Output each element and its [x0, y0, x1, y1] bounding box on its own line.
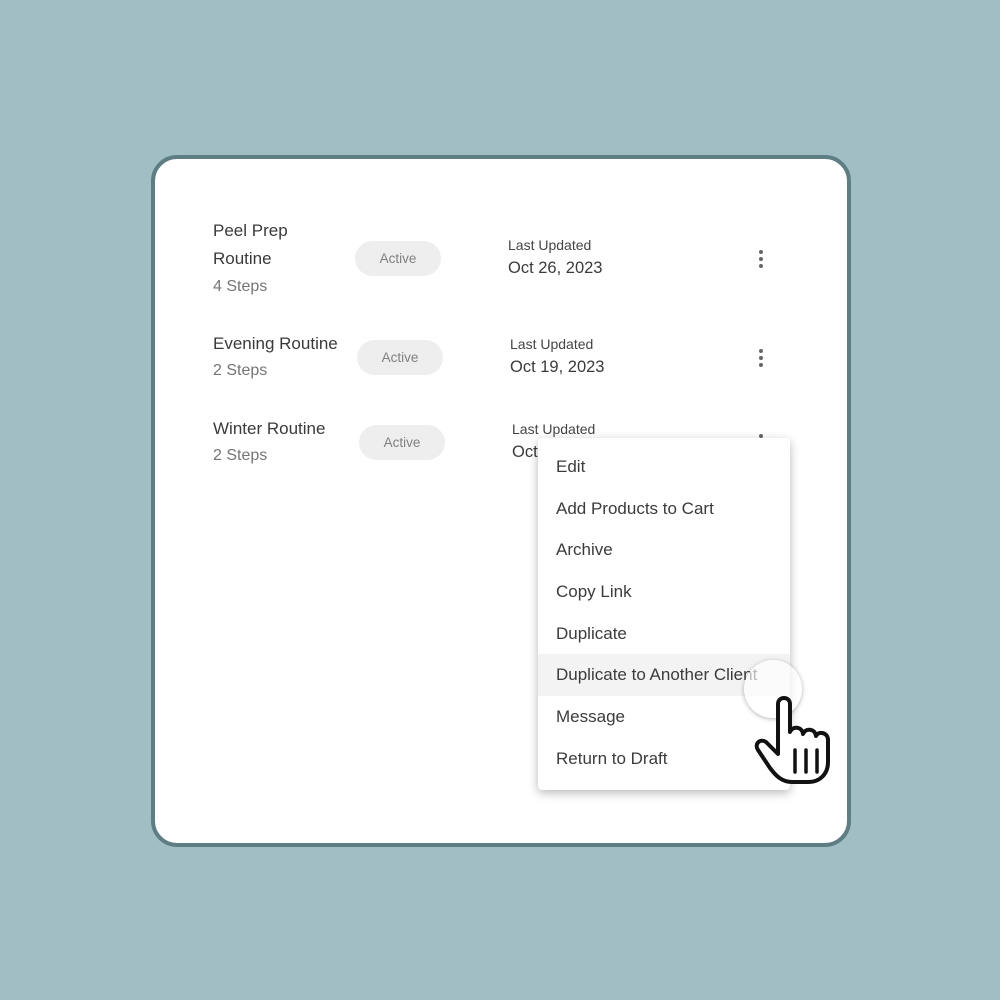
- hand-pointer-cursor-icon: [754, 696, 830, 784]
- routine-name-line1: Peel Prep: [213, 221, 288, 240]
- routine-row[interactable]: Peel Prep Routine 4 Steps Active Last Up…: [155, 217, 847, 307]
- routine-row[interactable]: Evening Routine 2 Steps Active Last Upda…: [155, 330, 847, 420]
- routine-steps: 2 Steps: [213, 447, 268, 464]
- routine-steps: 2 Steps: [213, 362, 268, 379]
- last-updated-date: Oct: [512, 443, 538, 461]
- menu-item-edit[interactable]: Edit: [538, 446, 790, 488]
- status-badge: Active: [359, 425, 445, 460]
- kebab-menu-icon[interactable]: [753, 346, 769, 372]
- last-updated-date: Oct 19, 2023: [510, 358, 605, 376]
- routine-name: Peel Prep Routine: [213, 217, 288, 273]
- menu-item-duplicate[interactable]: Duplicate: [538, 613, 790, 655]
- routine-steps: 4 Steps: [213, 278, 268, 295]
- status-badge: Active: [357, 340, 443, 375]
- status-badge: Active: [355, 241, 441, 276]
- last-updated-date: Oct 26, 2023: [508, 259, 603, 277]
- routine-name-line2: Routine: [213, 249, 272, 268]
- kebab-menu-icon[interactable]: [753, 247, 769, 273]
- routine-name: Evening Routine: [213, 334, 338, 353]
- routine-name: Winter Routine: [213, 419, 326, 438]
- menu-item-archive[interactable]: Archive: [538, 529, 790, 571]
- last-updated-label: Last Updated: [510, 336, 594, 352]
- last-updated-label: Last Updated: [512, 421, 596, 437]
- last-updated-label: Last Updated: [508, 237, 592, 253]
- menu-item-copy-link[interactable]: Copy Link: [538, 571, 790, 613]
- menu-item-add-products-to-cart[interactable]: Add Products to Cart: [538, 488, 790, 530]
